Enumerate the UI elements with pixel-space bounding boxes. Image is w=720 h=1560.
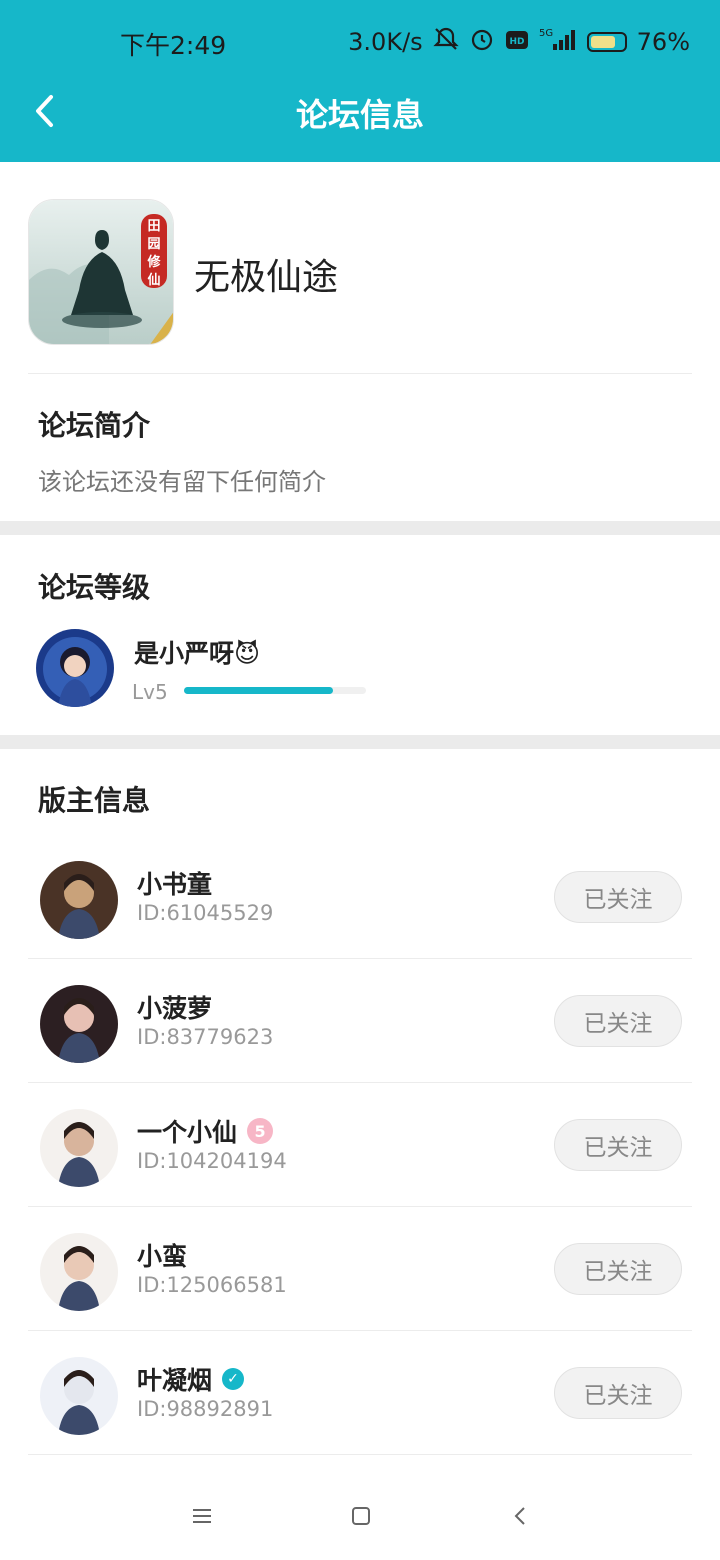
level-title: 论坛等级 (38, 571, 151, 604)
moderator-name: 叶凝烟 ✓ (137, 1361, 245, 1397)
moderator-id: ID:61045529 (137, 901, 274, 925)
moderator-name: 小书童 (137, 865, 212, 901)
system-navigation-bar (0, 1470, 720, 1560)
moderator-name: 一个小仙 5 (137, 1113, 274, 1149)
level-user-name[interactable]: 是小严呀😈 (134, 634, 260, 670)
moderator-row[interactable]: 小蛮 ID:125066581 已关注 (0, 1207, 720, 1331)
svg-text:园: 园 (147, 237, 160, 252)
menu-icon (191, 1507, 213, 1529)
moderator-row[interactable]: 叶凝烟 ✓ ID:98892891 已关注 (0, 1331, 720, 1455)
back-icon (510, 1505, 530, 1531)
moderator-avatar[interactable] (40, 1109, 118, 1187)
followed-button[interactable]: 已关注 (554, 1119, 682, 1171)
forum-name: 无极仙途 (194, 257, 339, 298)
forum-header: 田 园 修 仙 无极仙途 (0, 162, 720, 374)
svg-text:5G: 5G (539, 28, 553, 39)
status-right: 3.0K/s HD 5G 76% (348, 26, 690, 58)
moderator-row[interactable]: 小菠萝 ID:83779623 已关注 (0, 959, 720, 1083)
level-badge-icon: 5 (247, 1118, 274, 1144)
moderator-name-text: 一个小仙 (137, 1118, 238, 1147)
svg-text:田: 田 (147, 219, 160, 234)
followed-button[interactable]: 已关注 (554, 1243, 682, 1295)
followed-button[interactable]: 已关注 (554, 1367, 682, 1419)
moderator-row[interactable]: 一个小仙 5 ID:104204194 已关注 (0, 1083, 720, 1207)
home-icon (350, 1505, 372, 1531)
followed-button[interactable]: 已关注 (554, 995, 682, 1047)
moderator-name: 小蛮 (137, 1237, 187, 1273)
moderator-avatar[interactable] (40, 1233, 118, 1311)
status-bar: 下午2:49 3.0K/s HD 5G 76% (0, 0, 720, 80)
home-button[interactable] (341, 1498, 381, 1538)
moderator-avatar[interactable] (40, 1357, 118, 1435)
section-gap (0, 521, 720, 535)
moderator-id: ID:104204194 (137, 1149, 287, 1173)
level-progress-fill (184, 687, 334, 694)
menu-button[interactable] (182, 1498, 222, 1538)
svg-text:仙: 仙 (147, 272, 160, 288)
battery-fill (590, 36, 615, 48)
moderator-name-text: 小书童 (137, 870, 213, 899)
signal-5g-icon: 5G (539, 26, 577, 58)
status-time: 下午2:49 (120, 31, 227, 60)
network-speed: 3.0K/s (348, 28, 423, 56)
moderators-title: 版主信息 (38, 784, 151, 817)
moderator-name-text: 小菠萝 (137, 994, 213, 1023)
divider (28, 373, 692, 374)
section-gap (0, 735, 720, 749)
svg-text:HD: HD (509, 37, 524, 47)
page-title: 论坛信息 (295, 96, 424, 134)
moderator-row[interactable]: 小书童 ID:61045529 已关注 (0, 835, 720, 959)
devil-emoji-icon: 😈 (234, 639, 261, 668)
moderator-id: ID:125066581 (137, 1273, 287, 1297)
user-avatar[interactable] (36, 629, 114, 707)
battery-icon (586, 32, 627, 52)
nav-bar: 论坛信息 (0, 80, 720, 162)
alarm-icon (469, 26, 495, 58)
forum-icon: 田 园 修 仙 (28, 199, 174, 345)
system-back-button[interactable] (500, 1498, 540, 1538)
moderator-avatar[interactable] (40, 985, 118, 1063)
moderator-id: ID:83779623 (137, 1025, 274, 1049)
level-progress-bar (184, 687, 366, 694)
moderator-name: 小菠萝 (137, 989, 212, 1025)
row-divider (28, 1454, 692, 1455)
svg-text:修: 修 (146, 254, 161, 270)
app-header: 下午2:49 3.0K/s HD 5G 76% 论坛信息 (0, 0, 720, 162)
intro-title: 论坛简介 (38, 409, 151, 442)
verified-badge-icon: ✓ (222, 1368, 245, 1390)
followed-button[interactable]: 已关注 (554, 871, 682, 923)
mute-bell-icon (433, 26, 459, 58)
intro-text: 该论坛还没有留下任何简介 (38, 468, 326, 496)
battery-percent: 76% (636, 28, 690, 56)
hd-icon: HD (505, 28, 529, 56)
level-label: Lv5 (132, 680, 168, 704)
moderator-id: ID:98892891 (137, 1397, 274, 1421)
moderator-avatar[interactable] (40, 861, 118, 939)
moderator-name-text: 小蛮 (137, 1242, 188, 1271)
moderator-name-text: 叶凝烟 (137, 1366, 213, 1395)
level-user-name-text: 是小严呀 (134, 639, 235, 668)
